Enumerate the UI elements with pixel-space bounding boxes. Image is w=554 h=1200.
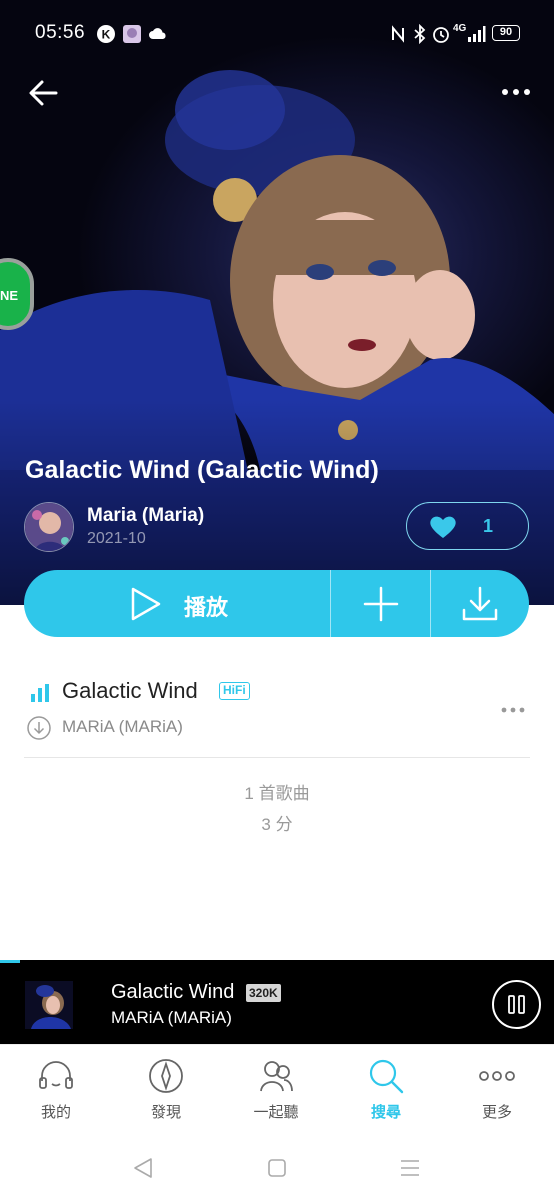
system-home-icon[interactable]: [265, 1156, 289, 1180]
nfc-icon: [392, 25, 404, 43]
battery-indicator: 90: [492, 25, 520, 41]
system-back-icon[interactable]: [131, 1156, 155, 1180]
track-artist: MARiA (MARiA): [62, 717, 183, 736]
artist-avatar-image: [25, 503, 73, 551]
signal-icon: [468, 26, 486, 42]
nav-label-discover: 發現: [150, 1104, 181, 1121]
mini-player-progress: [0, 960, 20, 963]
nav-item-listen-together[interactable]: 一起聽: [221, 1045, 331, 1133]
search-icon: [369, 1059, 404, 1094]
action-bar: 播放: [24, 570, 529, 637]
mini-cover-art: [25, 981, 73, 1029]
nav-label-search: 搜尋: [370, 1104, 401, 1121]
album-title: Galactic Wind (Galactic Wind): [25, 456, 379, 484]
mini-player[interactable]: [0, 960, 554, 1044]
mini-player-artist: MARiA (MARiA): [111, 1008, 232, 1027]
cloud-icon: [149, 28, 166, 39]
download-icon: [462, 586, 498, 621]
nav-label-mine: 我的: [40, 1104, 71, 1121]
play-icon: [131, 587, 161, 621]
floating-line-bubble[interactable]: NE: [0, 258, 34, 330]
plus-icon: [363, 586, 399, 622]
floating-bubble-label: NE: [0, 288, 19, 303]
nav-item-discover[interactable]: 發現: [111, 1045, 221, 1133]
status-bar: 05:56 K 4G 90: [0, 0, 554, 68]
track-more-icon[interactable]: [498, 700, 528, 720]
song-count: 1 首歌曲: [244, 784, 310, 803]
release-date: 2021-10: [87, 530, 146, 547]
bluetooth-icon: [414, 24, 426, 44]
download-status-icon: [27, 716, 51, 740]
nav-label-more: 更多: [481, 1104, 512, 1121]
list-divider: [24, 757, 530, 758]
svg-text:K: K: [102, 28, 111, 42]
nav-label-listen-together: 一起聽: [253, 1104, 299, 1121]
play-all-button[interactable]: 播放: [24, 570, 330, 637]
alarm-icon: [433, 27, 449, 43]
k-app-icon: K: [97, 25, 115, 43]
artist-name[interactable]: Maria (Maria): [87, 505, 204, 527]
system-recents-icon[interactable]: [398, 1156, 422, 1180]
nav-item-mine[interactable]: 我的: [1, 1045, 111, 1133]
nav-item-search[interactable]: 搜尋: [331, 1045, 441, 1133]
like-button[interactable]: 1: [406, 502, 529, 550]
status-time: 05:56: [35, 22, 86, 43]
mini-player-cover: [25, 981, 73, 1029]
bottom-nav: 我的 發現 一起聽 搜尋 更多: [0, 1044, 554, 1132]
pause-icon: [508, 995, 525, 1014]
app-avatar-icon: [123, 25, 141, 43]
listen-together-icon: [260, 1061, 293, 1092]
system-nav-bar: [0, 1132, 554, 1200]
more-options-icon[interactable]: [496, 80, 536, 104]
play-all-label: 播放: [184, 595, 229, 620]
add-to-playlist-button[interactable]: [330, 570, 430, 637]
artist-avatar[interactable]: [24, 502, 74, 552]
nav-item-more[interactable]: 更多: [442, 1045, 552, 1133]
download-button[interactable]: [430, 570, 529, 637]
compass-icon: [149, 1059, 183, 1093]
more-dots-icon: [479, 1071, 515, 1081]
network-type: 4G: [453, 23, 467, 34]
track-title: Galactic Wind: [62, 678, 198, 703]
mini-player-title: Galactic Wind: [111, 981, 235, 1003]
quality-badge: 320K: [246, 984, 281, 1002]
now-playing-equalizer-icon: [31, 684, 49, 702]
back-arrow-icon[interactable]: [26, 76, 60, 110]
heart-icon: [430, 516, 456, 538]
hifi-badge: HiFi: [219, 682, 250, 700]
headphones-icon: [39, 1061, 73, 1089]
total-duration: 3 分: [261, 815, 293, 834]
pause-button[interactable]: [492, 980, 541, 1029]
like-count: 1: [483, 516, 494, 536]
